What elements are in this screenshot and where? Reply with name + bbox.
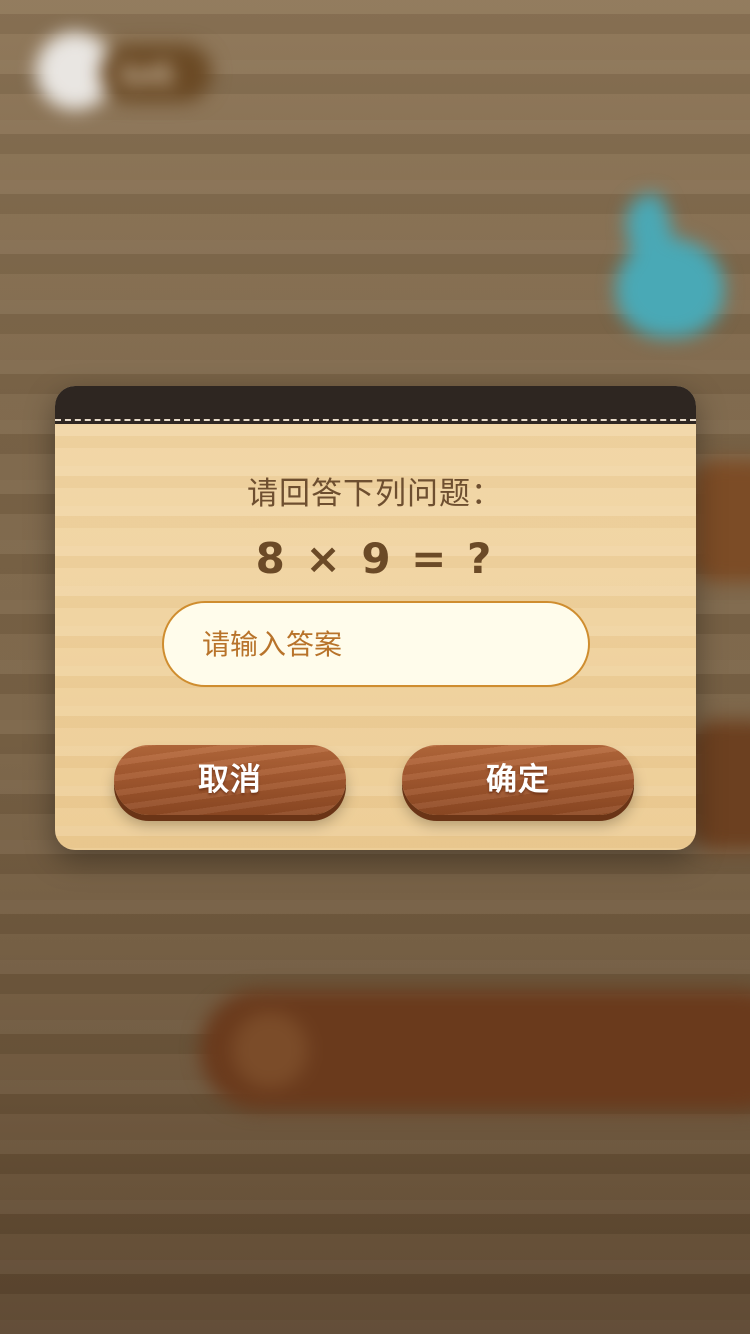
answer-input[interactable] bbox=[162, 601, 590, 687]
cancel-button-label: 取消 bbox=[198, 762, 262, 798]
side-menu-button-bottom bbox=[690, 720, 750, 850]
bird-character bbox=[616, 238, 724, 338]
dialog-stitch-line bbox=[55, 419, 696, 421]
bottom-toolbar-icon bbox=[232, 1012, 308, 1088]
game-screen: Lv1 请回答下列问题： 8 × 9 = ? 取消 确定 bbox=[0, 0, 750, 1334]
dialog-prompt-text: 请回答下列问题： bbox=[247, 476, 503, 512]
math-question: 8 × 9 = ? bbox=[255, 534, 495, 583]
confirm-button-label: 确定 bbox=[486, 762, 550, 798]
level-badge-text: Lv1 bbox=[122, 60, 174, 90]
cancel-button[interactable]: 取消 bbox=[114, 745, 346, 815]
confirm-button[interactable]: 确定 bbox=[402, 745, 634, 815]
